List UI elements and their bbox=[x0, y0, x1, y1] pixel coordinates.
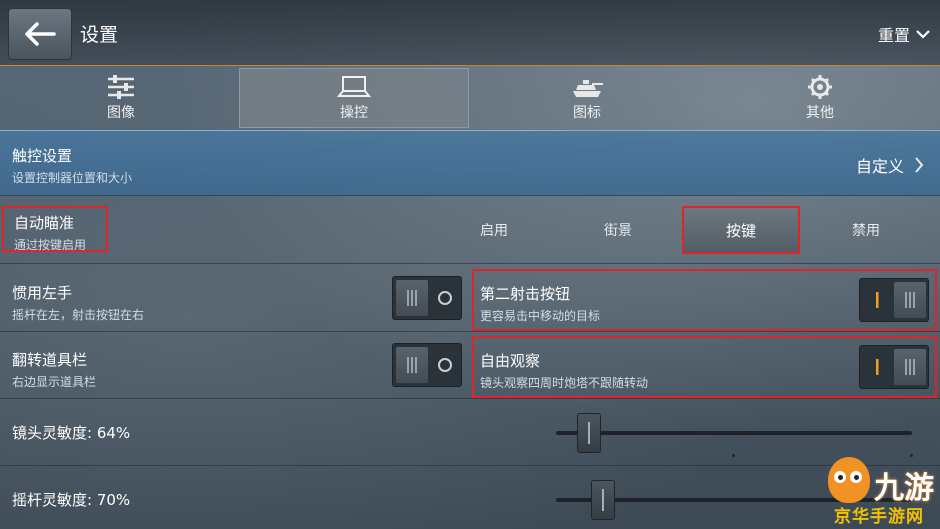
camera-sensitivity-track[interactable] bbox=[556, 431, 912, 435]
slider-tick bbox=[732, 454, 735, 457]
left-hand-title: 惯用左手 bbox=[12, 284, 73, 302]
joystick-sensitivity-row: 摇杆灵敏度: 70% bbox=[0, 467, 940, 529]
flip-toolbar-toggle[interactable] bbox=[392, 343, 462, 387]
camera-sensitivity-thumb[interactable] bbox=[577, 413, 602, 453]
toggle-knob bbox=[894, 282, 926, 318]
joystick-sensitivity-thumb[interactable] bbox=[591, 480, 616, 520]
touch-settings-value: 自定义 bbox=[855, 157, 904, 176]
tab-label: 图标 bbox=[573, 105, 601, 121]
auto-aim-option-key[interactable]: 按键 bbox=[682, 206, 800, 254]
toggle-off-icon bbox=[428, 344, 462, 386]
back-arrow-icon bbox=[25, 22, 56, 46]
tab-label: 操控 bbox=[340, 105, 368, 121]
touch-settings-subtitle: 设置控制器位置和大小 bbox=[12, 171, 133, 185]
toggle-knob bbox=[396, 280, 428, 316]
watermark-text: 九游 bbox=[874, 471, 934, 506]
free-look-subtitle: 镜头观察四周时炮塔不跟随转动 bbox=[480, 376, 649, 390]
tab-bar: 图像 操控 图标 其他 bbox=[0, 68, 940, 130]
tab-graphics[interactable]: 图像 bbox=[6, 68, 236, 128]
watermark-site-name: 京华手游网 bbox=[834, 507, 924, 527]
camera-sensitivity-row: 镜头灵敏度: 64% bbox=[0, 400, 940, 466]
chevron-down-icon bbox=[916, 30, 930, 39]
flip-toolbar-title: 翻转道具栏 bbox=[12, 351, 88, 369]
tab-icons[interactable]: 图标 bbox=[472, 68, 702, 128]
page-title: 设置 bbox=[80, 24, 119, 46]
auto-aim-subtitle: 通过按键启用 bbox=[14, 238, 87, 252]
free-look-title: 自由观察 bbox=[480, 352, 541, 370]
toggle-on-icon bbox=[860, 279, 894, 321]
second-fire-title: 第二射击按钮 bbox=[480, 285, 571, 303]
auto-aim-row: 自动瞄准 通过按键启用 启用 街景 按键 禁用 bbox=[0, 198, 940, 264]
auto-aim-title: 自动瞄准 bbox=[14, 214, 75, 232]
left-hand-subtitle: 摇杆在左，射击按钮在右 bbox=[12, 308, 145, 322]
auto-aim-label-box: 自动瞄准 通过按键启用 bbox=[2, 206, 108, 252]
camera-sensitivity-label: 镜头灵敏度: 64% bbox=[12, 424, 131, 442]
tab-label: 图像 bbox=[107, 105, 135, 121]
toggle-knob bbox=[396, 347, 428, 383]
toggle-on-icon bbox=[860, 346, 894, 388]
second-fire-cell: 第二射击按钮 更容易击中移动的目标 bbox=[472, 269, 937, 331]
tab-other[interactable]: 其他 bbox=[705, 68, 935, 128]
auto-aim-option-street[interactable]: 街景 bbox=[559, 206, 677, 254]
touch-settings-row[interactable]: 触控设置 设置控制器位置和大小 自定义 bbox=[0, 130, 940, 196]
joystick-sensitivity-label: 摇杆灵敏度: 70% bbox=[12, 491, 131, 509]
back-button[interactable] bbox=[8, 8, 72, 60]
mascot-logo bbox=[828, 457, 870, 503]
chevron-right-icon bbox=[915, 157, 924, 173]
sliders-icon bbox=[108, 75, 134, 99]
reset-label: 重置 bbox=[877, 26, 910, 45]
toggle-row-1: 惯用左手 摇杆在左，射击按钮在右 第二射击按钮 更容易击中移动的目标 bbox=[0, 266, 940, 332]
tab-label: 其他 bbox=[806, 105, 834, 121]
toggle-off-icon bbox=[428, 277, 462, 319]
site-watermark: 九游 京华手游网 bbox=[824, 457, 934, 527]
tank-icon bbox=[573, 80, 603, 97]
auto-aim-option-disable[interactable]: 禁用 bbox=[807, 206, 925, 254]
free-look-toggle[interactable] bbox=[859, 345, 929, 389]
tab-controls[interactable]: 操控 bbox=[239, 68, 469, 128]
gear-icon bbox=[808, 75, 832, 99]
second-fire-toggle[interactable] bbox=[859, 278, 929, 322]
left-hand-toggle[interactable] bbox=[392, 276, 462, 320]
free-look-cell: 自由观察 镜头观察四周时炮塔不跟随转动 bbox=[472, 336, 937, 398]
reset-button[interactable]: 重置 bbox=[878, 22, 930, 46]
laptop-icon bbox=[337, 76, 371, 97]
toggle-knob bbox=[894, 349, 926, 385]
auto-aim-option-enable[interactable]: 启用 bbox=[435, 206, 553, 254]
toggle-row-2: 翻转道具栏 右边显示道具栏 自由观察 镜头观察四周时炮塔不跟随转动 bbox=[0, 333, 940, 399]
flip-toolbar-subtitle: 右边显示道具栏 bbox=[12, 375, 97, 389]
touch-settings-title: 触控设置 bbox=[12, 147, 73, 165]
second-fire-subtitle: 更容易击中移动的目标 bbox=[480, 309, 601, 323]
top-bar: 设置 重置 bbox=[0, 0, 940, 66]
